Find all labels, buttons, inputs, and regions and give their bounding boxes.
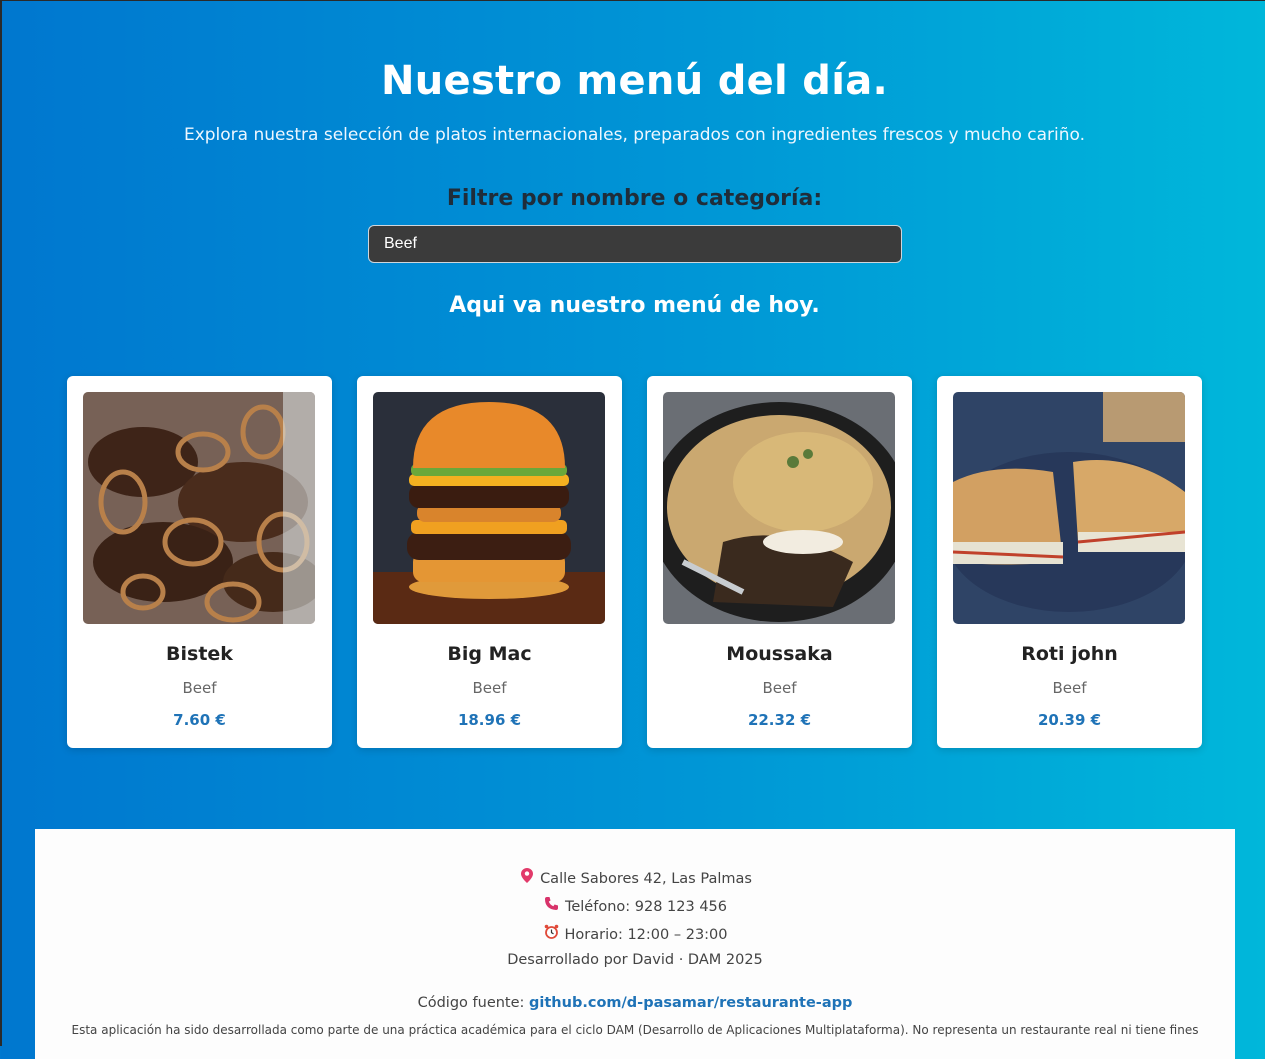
footer-source: Código fuente: github.com/d-pasamar/rest… (35, 995, 1235, 1011)
dish-name: Big Mac (447, 643, 532, 665)
footer-phone: Teléfono: 928 123 456 (35, 896, 1235, 915)
menu-card[interactable]: Bistek Beef 7.60 € (67, 376, 332, 748)
menu-card[interactable]: Roti john Beef 20.39 € (937, 376, 1202, 748)
source-label: Código fuente: (417, 995, 525, 1011)
dish-category: Beef (1052, 679, 1087, 697)
dish-name: Roti john (1021, 643, 1118, 665)
map-pin-icon (518, 868, 536, 887)
footer-address: Calle Sabores 42, Las Palmas (35, 868, 1235, 887)
dish-category: Beef (762, 679, 797, 697)
source-link[interactable]: github.com/d-pasamar/restaurante-app (529, 995, 852, 1011)
phone-icon (543, 896, 561, 915)
menu-card[interactable]: Moussaka Beef 22.32 € (647, 376, 912, 748)
footer-disclaimer: Esta aplicación ha sido desarrollada com… (71, 1023, 1199, 1037)
dish-category: Beef (182, 679, 217, 697)
alarm-clock-icon (542, 924, 560, 943)
page-subtitle: Explora nuestra selección de platos inte… (183, 125, 1086, 145)
dish-photo (663, 392, 895, 624)
menu-title: Aqui va nuestro menú de hoy. (449, 293, 820, 318)
dish-price: 20.39 € (1037, 711, 1102, 729)
dish-name: Bistek (166, 643, 233, 665)
dish-photo (373, 392, 605, 624)
dish-category: Beef (472, 679, 507, 697)
dish-photo (953, 392, 1185, 624)
footer-credits: Desarrollado por David · DAM 2025 (507, 952, 763, 968)
dish-price: 18.96 € (457, 711, 522, 729)
footer-hours: Horario: 12:00 – 23:00 (35, 924, 1235, 943)
search-input[interactable] (368, 225, 902, 263)
dish-price: 22.32 € (747, 711, 812, 729)
filter-label: Filtre por nombre o categoría: (446, 186, 823, 211)
menu-card[interactable]: Big Mac Beef 18.96 € (357, 376, 622, 748)
dish-photo (83, 392, 315, 624)
footer: Calle Sabores 42, Las Palmas Teléfono: 9… (35, 829, 1235, 1059)
dish-price: 7.60 € (173, 711, 226, 729)
page-title: Nuestro menú del día. (380, 58, 889, 104)
dish-name: Moussaka (726, 643, 833, 665)
